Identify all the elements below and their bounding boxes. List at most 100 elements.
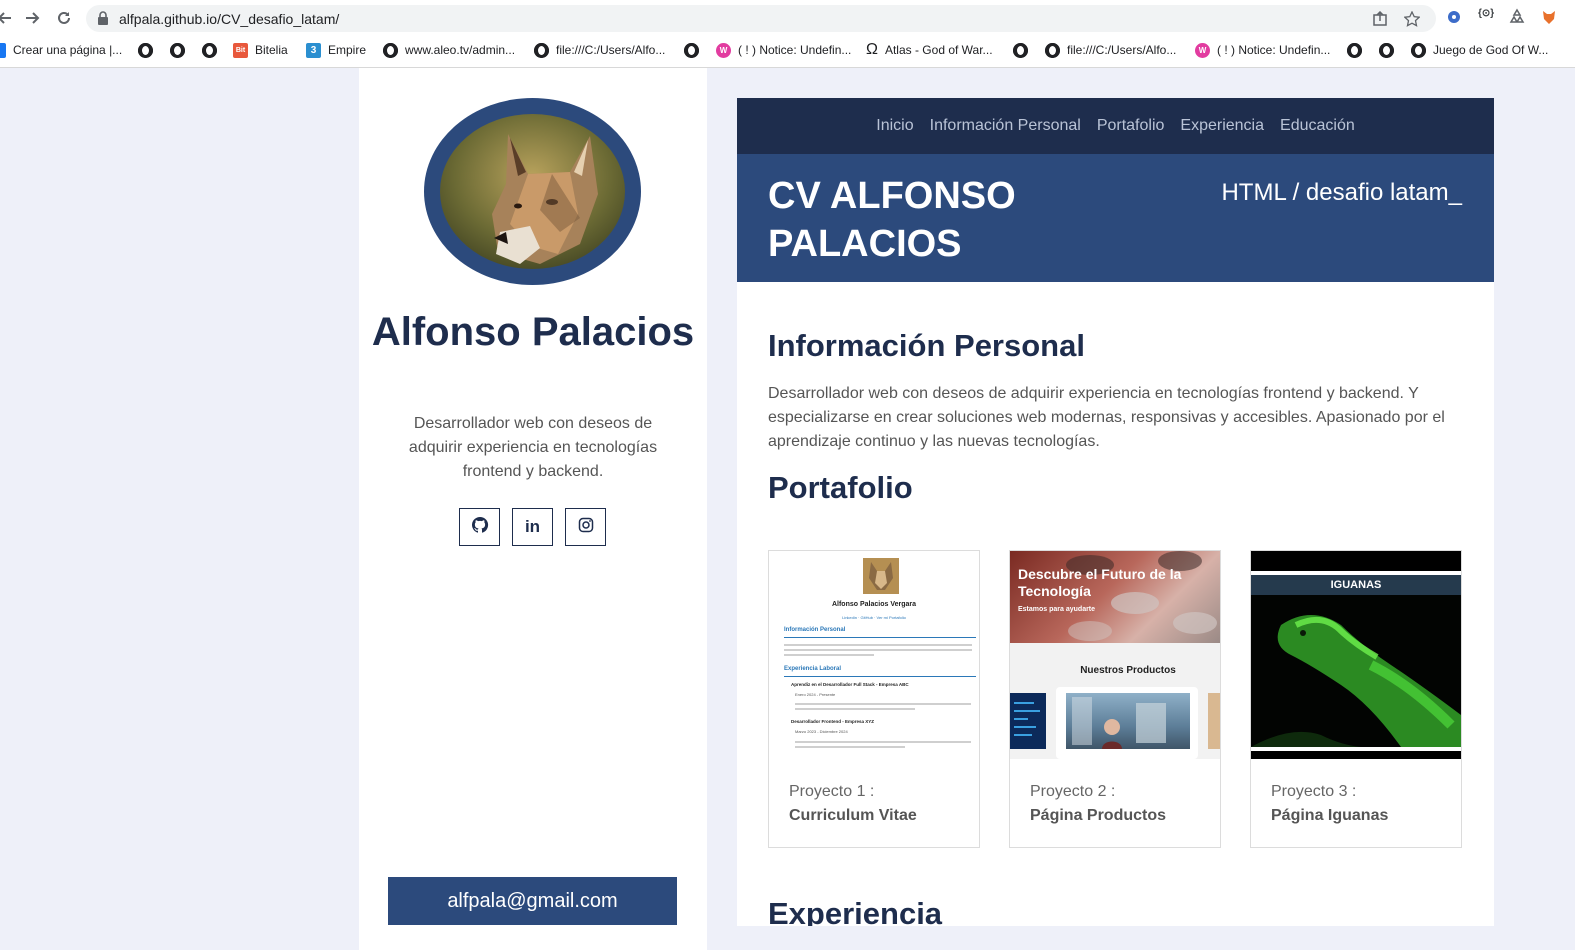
project-label: Proyecto 2 : (1030, 783, 1116, 800)
productos-card (1056, 687, 1198, 759)
cv-thumb-photo (863, 558, 899, 594)
linkedin-link[interactable]: in (512, 508, 553, 546)
linkedin-icon: in (524, 517, 541, 536)
globe-icon (1013, 42, 1028, 58)
email-button[interactable]: alfpala@gmail.com (388, 877, 677, 925)
forward-icon[interactable] (21, 7, 43, 29)
globe-icon (1045, 42, 1060, 58)
iguanas-header: IGUANAS (1251, 575, 1461, 595)
lock-icon (97, 11, 109, 30)
nav-link-experiencia[interactable]: Experiencia (1180, 117, 1264, 135)
address-bar[interactable]: alfpala.github.io/CV_desafio_latam/ (86, 5, 1436, 32)
bookmarks-bar: Crear una página |... Bit Bitelia 3 Empire… (0, 38, 1575, 62)
url-text: alfpala.github.io/CV_desafio_latam/ (119, 11, 340, 27)
back-icon[interactable] (0, 7, 16, 29)
project-card-2[interactable]: Descubre el Futuro de la Tecnología Esta… (1009, 550, 1221, 848)
profile-sidebar: Alfonso Palacios Desarrollador web con d… (359, 68, 707, 950)
nav-link-portafolio[interactable]: Portafolio (1097, 117, 1165, 135)
main-content: Inicio Información Personal Portafolio E… (737, 98, 1494, 926)
top-navigation: Inicio Información Personal Portafolio E… (737, 98, 1494, 154)
project-card-1[interactable]: Alfonso Palacios Vergara Linkedin · GitH… (768, 550, 980, 848)
bookmark-item[interactable] (684, 41, 699, 59)
globe-icon (170, 42, 185, 58)
cv-thumb-section-work: Experiencia Laboral (784, 666, 842, 672)
cv-thumb-text-line (795, 703, 971, 705)
profile-description: Desarrollador web con deseos de adquirir… (408, 415, 658, 480)
globe-icon (534, 42, 549, 58)
bookmark-item[interactable] (1379, 41, 1394, 59)
productos-tagline: Estamos para ayudarte (1018, 606, 1096, 613)
fox-photo (440, 114, 625, 269)
omega-icon: Ω (866, 41, 878, 58)
project-label: Proyecto 3 : (1271, 783, 1357, 800)
nav-link-informacion-personal[interactable]: Información Personal (930, 117, 1081, 135)
globe-icon (202, 42, 217, 58)
globe-icon (1379, 42, 1394, 58)
recycle-extension-icon[interactable] (1508, 8, 1528, 28)
bookmark-item[interactable] (1347, 41, 1362, 59)
productos-card-robot-image (1066, 693, 1190, 749)
bookmark-item[interactable]: 3 Empire (306, 41, 366, 59)
nav-link-educacion[interactable]: Educación (1280, 117, 1355, 135)
productos-card-partial (1208, 693, 1220, 749)
iguana-image (1251, 595, 1461, 747)
cv-thumb-divider (784, 676, 976, 677)
iguanas-bottom-stripe (1251, 747, 1461, 751)
project-title[interactable]: Página Productos (1030, 807, 1166, 825)
bookmark-item[interactable]: Ω Atlas - God of War... (866, 41, 993, 59)
bookmark-item[interactable]: Bit Bitelia (233, 41, 288, 59)
cv-thumb-links: Linkedin · GitHub · Ver mi Portafolio (842, 615, 906, 620)
bookmark-item[interactable] (1013, 41, 1028, 59)
instagram-icon (578, 517, 594, 538)
share-icon[interactable] (1372, 10, 1388, 32)
github-link[interactable] (459, 508, 500, 546)
bookmark-item[interactable]: W( ! ) Notice: Undefin... (716, 41, 851, 59)
cv-thumb-job-2-date: Marzo 2023 - Diciembre 2024 (795, 729, 848, 734)
fox-extension-icon[interactable] (1540, 8, 1560, 28)
bookmark-item[interactable]: file:///C:/Users/Alfo... (534, 41, 665, 59)
project-thumbnail-iguanas[interactable]: IGUANAS (1251, 551, 1461, 759)
bookmark-item[interactable] (138, 41, 153, 59)
bookmark-item[interactable] (202, 41, 217, 59)
productos-section-title: Nuestros Productos (1080, 665, 1176, 676)
json-extension-icon[interactable]: {⊙} (1478, 8, 1498, 28)
instagram-link[interactable] (565, 508, 606, 546)
project-card-3[interactable]: IGUANAS Proyecto 3 : Página Iguanas (1250, 550, 1462, 848)
cv-thumb-text-line (784, 654, 874, 656)
bookmark-item[interactable]: W( ! ) Notice: Undefin... (1195, 41, 1330, 59)
project-title[interactable]: Curriculum Vitae (789, 807, 917, 825)
github-icon (471, 516, 489, 539)
globe-icon (383, 42, 398, 58)
globe-icon (1411, 42, 1426, 58)
cv-thumb-job-1-date: Enero 2024 - Presente (795, 692, 836, 697)
browser-chrome: alfpala.github.io/CV_desafio_latam/ {⊙} … (0, 0, 1575, 68)
bookmark-item[interactable]: Crear una página |... (0, 41, 122, 59)
bookmark-item[interactable] (170, 41, 185, 59)
project-title[interactable]: Página Iguanas (1271, 807, 1388, 825)
cv-thumb-divider (784, 637, 976, 638)
info-heading: Información Personal (768, 328, 1085, 363)
project-thumbnail-cv[interactable]: Alfonso Palacios Vergara Linkedin · GitH… (769, 551, 979, 759)
cv-thumb-text-line (784, 644, 972, 646)
nav-link-inicio[interactable]: Inicio (876, 117, 913, 135)
productos-headline: Descubre el Futuro de la Tecnología (1018, 566, 1182, 599)
profile-name: Alfonso Palacios (371, 310, 695, 354)
reload-icon[interactable] (53, 7, 75, 29)
info-paragraph: Desarrollador web con deseos de adquirir… (768, 385, 1445, 450)
cv-thumb-text-line (795, 746, 905, 748)
cv-thumb-text-line (795, 708, 915, 710)
star-icon[interactable] (1403, 10, 1421, 32)
profile-avatar (424, 98, 641, 285)
project-thumbnail-productos[interactable]: Descubre el Futuro de la Tecnología Esta… (1010, 551, 1220, 759)
bookmark-item[interactable]: www.aleo.tv/admin... (383, 41, 515, 59)
cv-thumb-name: Alfonso Palacios Vergara (831, 601, 917, 608)
bitelia-icon: Bit (233, 42, 248, 58)
social-links: in (459, 508, 606, 546)
globe-icon (684, 42, 699, 58)
portfolio-heading: Portafolio (768, 470, 913, 505)
bookmark-item[interactable]: Juego de God Of W... (1411, 41, 1548, 59)
extension-puzzle-icon[interactable] (1445, 8, 1465, 28)
wamp-icon: W (1195, 42, 1210, 58)
project-label: Proyecto 1 : (789, 783, 875, 800)
bookmark-item[interactable]: file:///C:/Users/Alfo... (1045, 41, 1176, 59)
